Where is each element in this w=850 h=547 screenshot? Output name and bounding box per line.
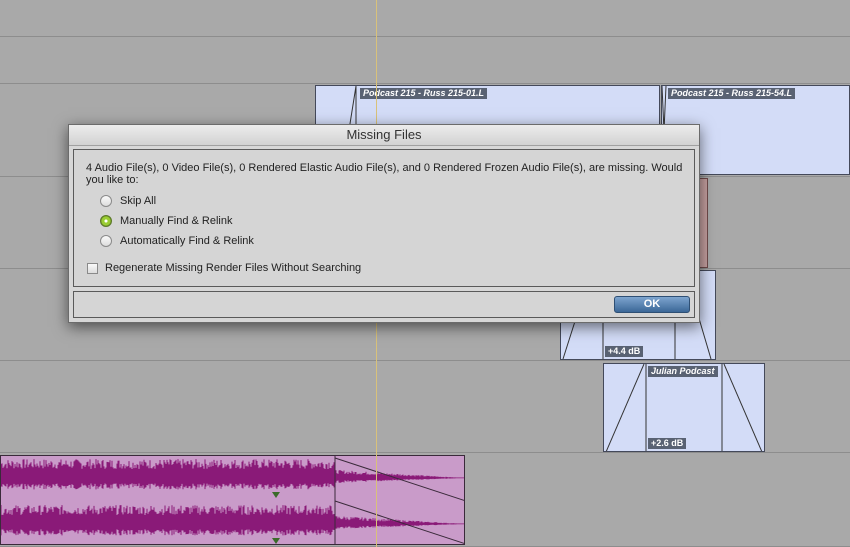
track-divider	[0, 83, 850, 84]
option-skip-all[interactable]: Skip All	[100, 195, 156, 207]
clip-name-label: Julian Podcast	[648, 366, 718, 377]
option-label: Automatically Find & Relink	[120, 235, 254, 247]
clip-gain-label: +4.4 dB	[605, 346, 644, 357]
dialog-content-panel: 4 Audio File(s), 0 Video File(s), 0 Rend…	[73, 149, 695, 287]
audio-clip-julian[interactable]: Julian Podcast +2.6 dB	[603, 363, 765, 452]
clip-name-label: Podcast 215 - Russ 215-54.L	[668, 88, 796, 99]
dialog-footer: OK	[73, 291, 695, 318]
radio-button[interactable]	[100, 235, 112, 247]
missing-files-dialog: Missing Files 4 Audio File(s), 0 Video F…	[68, 124, 700, 323]
radio-button[interactable]	[100, 195, 112, 207]
option-label: Skip All	[120, 195, 157, 207]
clip-gain-label: +2.6 dB	[648, 438, 687, 449]
marker-icon	[272, 492, 280, 498]
waveform-channel	[1, 505, 464, 536]
marker-icon	[272, 538, 280, 544]
option-label: Manually Find & Relink	[120, 215, 233, 227]
option-manually-find-relink[interactable]: Manually Find & Relink	[100, 215, 233, 227]
regenerate-checkbox[interactable]	[87, 262, 98, 274]
radio-button-selected[interactable]	[100, 215, 112, 227]
option-automatically-find-relink[interactable]: Automatically Find & Relink	[100, 235, 254, 247]
dialog-message: 4 Audio File(s), 0 Video File(s), 0 Rend…	[86, 162, 683, 186]
waveform-channel	[1, 459, 464, 490]
waveform-display	[1, 456, 464, 544]
track-divider	[0, 360, 850, 361]
track-divider	[0, 452, 850, 453]
regenerate-render-checkbox-row[interactable]: Regenerate Missing Render Files Without …	[87, 262, 361, 274]
dialog-title: Missing Files	[69, 125, 699, 146]
checkbox-label: Regenerate Missing Render Files Without …	[105, 262, 362, 274]
clip-name-label: Podcast 215 - Russ 215-01.L	[360, 88, 488, 99]
track-divider	[0, 36, 850, 37]
ok-button[interactable]: OK	[614, 296, 690, 313]
audio-region-waveform[interactable]	[0, 455, 465, 545]
